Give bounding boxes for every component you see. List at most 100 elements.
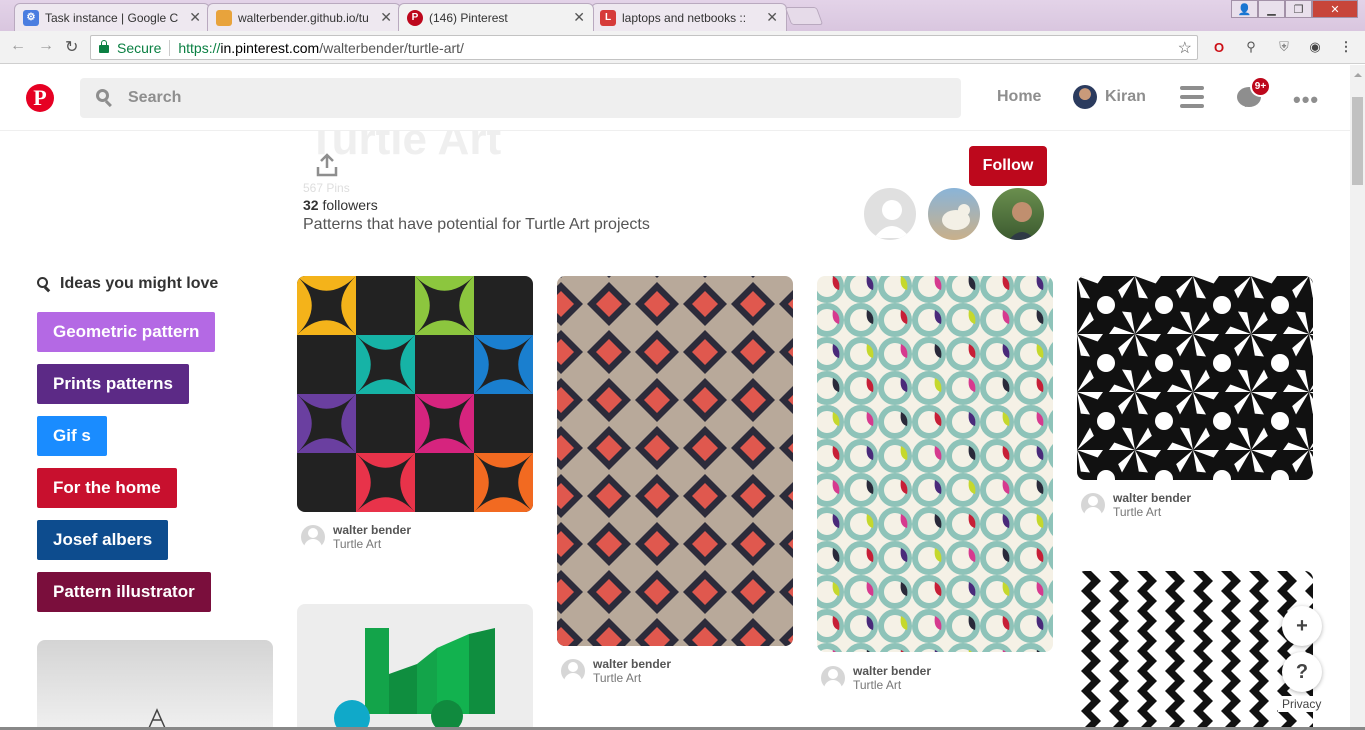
pin-author: walter bender [853,664,932,678]
search-bar[interactable] [80,78,961,118]
chrome-menu-icon[interactable]: ⋮ [1338,39,1354,55]
idea-prints-patterns[interactable]: Prints patterns [37,364,189,404]
follow-button[interactable]: Follow [969,146,1047,186]
privacy-link[interactable]: Privacy [1278,696,1326,712]
followers-count[interactable]: 32 followers [303,197,378,213]
pin-image-quarter-circles[interactable] [297,276,533,512]
l-icon: L [600,9,616,26]
pin-board: Turtle Art [853,678,902,692]
add-pin-button[interactable]: + [1282,606,1322,646]
idea-geometric-pattern[interactable]: Geometric pattern [37,312,216,352]
scroll-up-icon[interactable] [1354,69,1362,77]
collaborator-avatar[interactable] [926,186,982,242]
pin-image-black-white-stars[interactable] [1077,276,1313,480]
pin-attribution[interactable]: walter bender Turtle Art [821,664,1051,694]
browser-tab-walterbender[interactable]: walterbender.github.io/tu ✕ [207,3,401,31]
secure-label: Secure [117,39,162,56]
pin-image-diamond-pattern[interactable] [557,276,793,646]
pin-board: Turtle Art [593,671,642,685]
url-text[interactable]: https://in.pinterest.com/walterbender/tu… [178,40,464,56]
reload-icon[interactable]: ↻ [65,37,78,57]
board-page: Turtle Art 567 Pins 32 followers Pattern… [0,131,1350,730]
divider [169,39,171,56]
pinterest-icon: P [407,9,423,26]
pin-count: 567 Pins [303,181,350,195]
collaborator-avatar[interactable] [862,186,918,242]
tab-title: laptops and netbooks :: [622,10,747,25]
more-options-icon[interactable]: ••• [1293,87,1319,113]
user-avatar[interactable] [1073,85,1097,109]
avatar-icon [216,9,232,26]
url-protocol: https:// [178,39,221,56]
share-icon[interactable] [316,153,338,177]
notification-badge: 9+ [1250,76,1271,97]
browser-tab-pinterest[interactable]: P (146) Pinterest ✕ [398,3,594,31]
pin-board: Turtle Art [333,537,382,551]
opera-extension-icon[interactable]: O [1211,39,1227,55]
help-button[interactable]: ? [1282,652,1322,692]
address-bar[interactable]: Secure https://in.pinterest.com/walterbe… [90,35,1198,60]
window-controls: 👤 ▁ ❐ ✕ [1231,0,1358,18]
author-avatar [1081,493,1105,517]
pin-attribution[interactable]: walter bender Turtle Art [1081,491,1311,521]
pin-attribution[interactable]: walter bender Turtle Art [561,657,791,687]
menu-icon[interactable] [1180,86,1204,110]
browser-tab-task-instance[interactable]: ⚙ Task instance | Google C ✕ [14,3,210,31]
pin-author: walter bender [593,657,672,671]
author-avatar [561,659,585,683]
pin-image-green-shapes[interactable] [297,604,533,730]
secure-indicator[interactable]: Secure [91,40,161,56]
search-icon [96,89,114,107]
followers-label: followers [318,197,378,213]
tab-title: (146) Pinterest [429,10,508,25]
collaborator-avatar[interactable] [990,186,1046,242]
extension-icon[interactable]: ◉ [1307,39,1323,55]
page-scrollbar[interactable] [1350,65,1365,730]
suggested-pin-image[interactable] [37,640,273,730]
pin-author: walter bender [1113,491,1192,505]
close-tab-icon[interactable]: ✕ [380,9,392,26]
board-description: Patterns that have potential for Turtle … [303,216,650,233]
close-tab-icon[interactable]: ✕ [189,9,201,26]
close-tab-icon[interactable]: ✕ [573,9,585,26]
pinterest-header: P Home Kiran 9+ ••• [0,65,1350,131]
author-avatar [821,666,845,690]
user-name-link[interactable]: Kiran [1105,88,1146,106]
user-profile-icon[interactable]: 👤 [1231,0,1258,18]
tab-title: walterbender.github.io/tu [238,10,369,25]
idea-pattern-illustrator[interactable]: Pattern illustrator [37,572,211,612]
idea-josef-albers[interactable]: Josef albers [37,520,169,560]
url-path: /walterbender/turtle-art/ [319,39,464,56]
search-extension-icon[interactable]: ⚲ [1243,39,1259,55]
ideas-heading-text: Ideas you might love [60,275,219,292]
shield-extension-icon[interactable]: ⛨ [1276,39,1292,55]
browser-tab-laptops[interactable]: L laptops and netbooks :: ✕ [591,3,787,31]
home-link[interactable]: Home [997,88,1041,106]
idea-for-the-home[interactable]: For the home [37,468,177,508]
pin-attribution[interactable]: walter bender Turtle Art [301,523,531,553]
search-icon [37,276,52,292]
close-window-icon[interactable]: ✕ [1312,0,1358,18]
gear-icon: ⚙ [23,9,39,26]
pinterest-logo-icon[interactable]: P [26,84,54,112]
url-host: in.pinterest.com [220,39,320,56]
browser-toolbar: ← → ↻ Secure https://in.pinterest.com/wa… [0,31,1365,64]
tab-title: Task instance | Google C [45,10,179,25]
close-tab-icon[interactable]: ✕ [766,9,778,26]
bookmark-star-icon[interactable]: ☆ [1178,38,1192,58]
lock-icon [99,40,109,53]
new-tab-button[interactable] [784,7,824,25]
pin-board: Turtle Art [1113,505,1162,519]
followers-number: 32 [303,197,319,213]
minimize-icon[interactable]: ▁ [1258,0,1285,18]
back-arrow-icon[interactable]: ← [10,37,26,55]
forward-arrow-icon[interactable]: → [38,37,54,55]
restore-icon[interactable]: ❐ [1285,0,1312,18]
author-avatar [301,525,325,549]
scrollbar-thumb[interactable] [1352,97,1363,185]
browser-tab-strip: ⚙ Task instance | Google C ✕ walterbende… [0,0,1365,31]
pin-author: walter bender [333,523,412,537]
idea-gifs[interactable]: Gif s [37,416,107,456]
search-input[interactable] [128,89,828,107]
pin-image-teal-pattern[interactable] [817,276,1053,652]
